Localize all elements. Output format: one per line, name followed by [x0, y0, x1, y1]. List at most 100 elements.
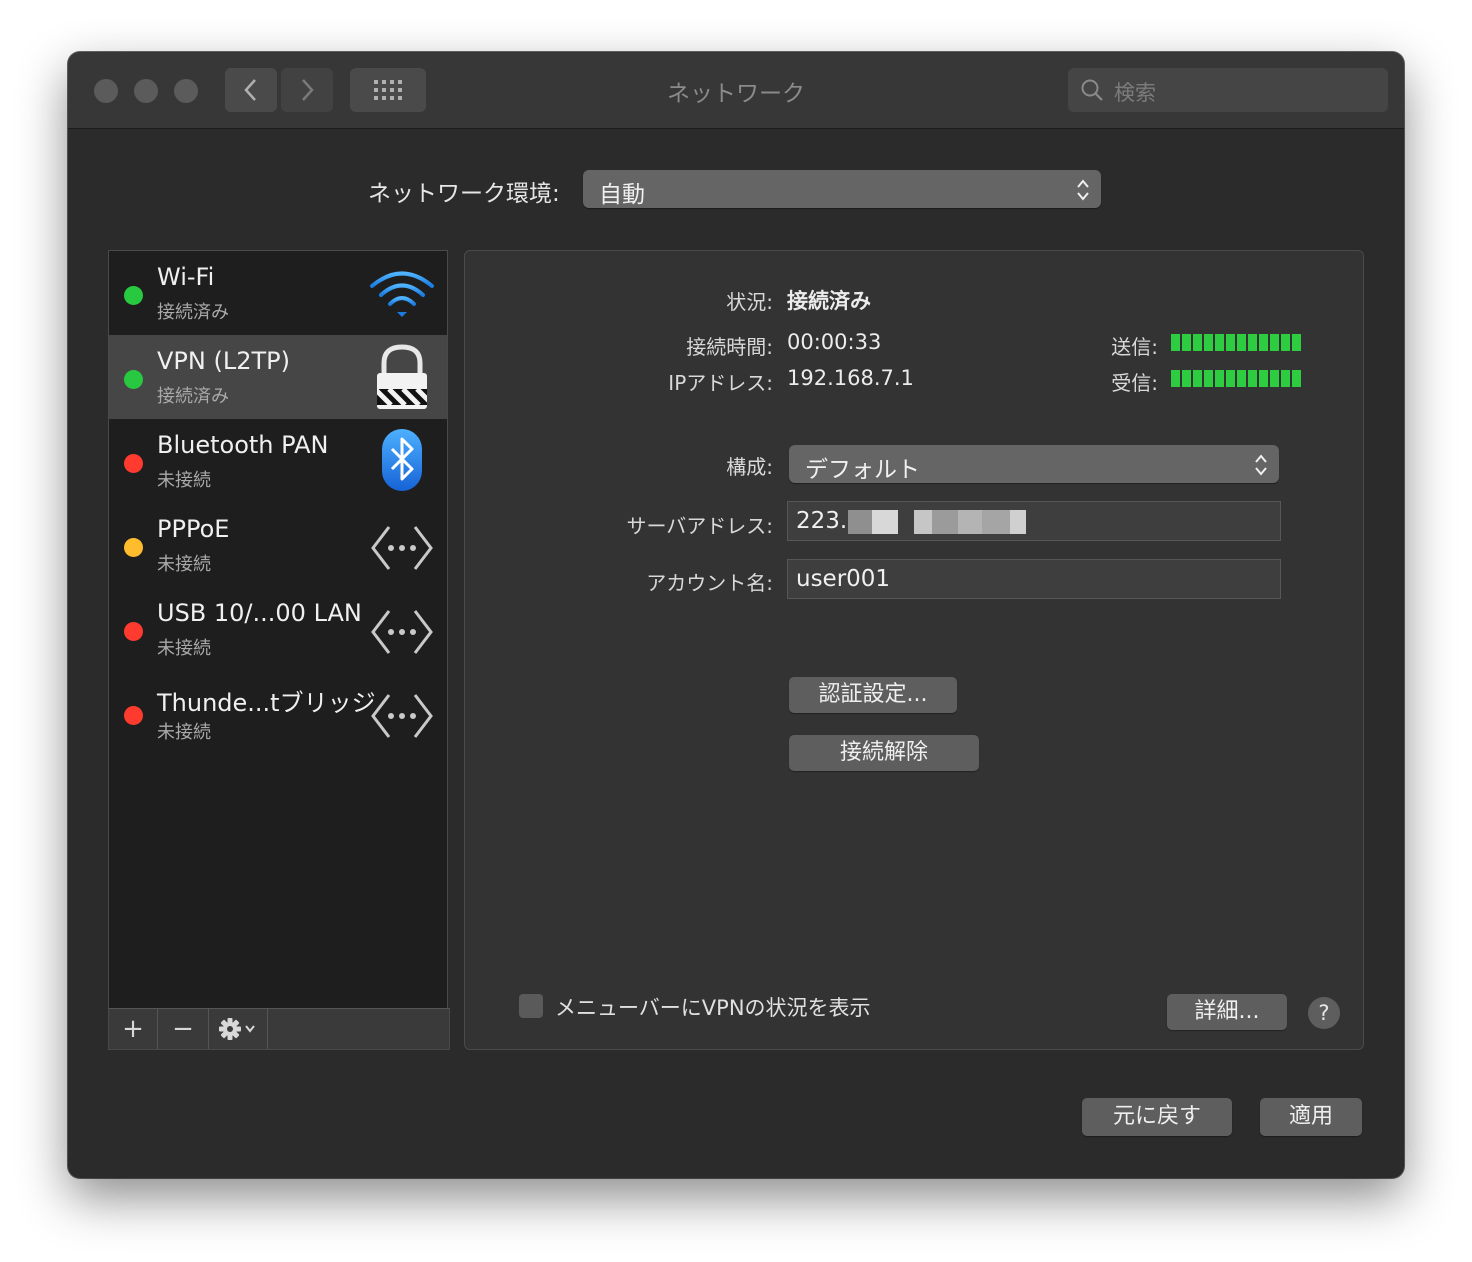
revert-button[interactable]: 元に戻す [1082, 1098, 1232, 1136]
search-icon [1081, 79, 1103, 101]
service-status: 未接続 [157, 638, 211, 659]
meter-segment [1171, 334, 1180, 351]
add-service-button[interactable]: + [109, 1009, 158, 1049]
disconnect-button[interactable]: 接続解除 [789, 735, 979, 771]
account-name-value: user001 [796, 566, 891, 592]
action-menu-button[interactable] [209, 1009, 268, 1049]
authentication-settings-button[interactable]: 認証設定... [789, 677, 957, 713]
meter-segment [1270, 370, 1279, 387]
ethernet-arrows-icon [371, 694, 433, 738]
meter-segment [1215, 370, 1224, 387]
wifi-icon [370, 271, 434, 317]
configuration-popup[interactable]: デフォルト [789, 445, 1279, 483]
service-status: 接続済み [157, 302, 229, 323]
meter-segment [1193, 370, 1202, 387]
receive-meter [1171, 370, 1301, 387]
remove-service-button[interactable]: − [158, 1009, 209, 1049]
minus-icon: − [172, 1014, 194, 1044]
server-address-value: 223. [796, 508, 848, 534]
status-dot [124, 622, 143, 641]
meter-segment [1226, 370, 1235, 387]
account-name-field[interactable]: user001 [787, 559, 1281, 599]
meter-segment [1292, 370, 1301, 387]
service-name: Wi-Fi [157, 263, 215, 291]
status-dot [124, 370, 143, 389]
updown-chevron-icon [1077, 179, 1089, 201]
apply-button[interactable]: 適用 [1260, 1098, 1362, 1136]
ip-address-value: 192.168.7.1 [787, 366, 914, 390]
meter-segment [1204, 334, 1213, 351]
meter-segment [1237, 370, 1246, 387]
service-item-usb-lan[interactable]: USB 10/...00 LAN 未接続 [109, 587, 447, 671]
server-address-field[interactable]: 223. [787, 501, 1281, 541]
status-label: 状況: [726, 290, 773, 314]
meter-segment [1259, 370, 1268, 387]
ethernet-arrows-icon [371, 610, 433, 654]
connect-time-label: 接続時間: [686, 335, 773, 359]
receive-label: 受信: [1111, 371, 1158, 395]
meter-segment [1248, 334, 1257, 351]
location-popup[interactable]: 自動 [583, 170, 1101, 208]
meter-segment [1171, 370, 1180, 387]
service-name: Bluetooth PAN [157, 431, 329, 459]
service-list-toolbar: + − [108, 1008, 450, 1050]
ethernet-arrows-icon [371, 526, 433, 570]
title-bar: ネットワーク 検索 [68, 52, 1404, 129]
service-status: 未接続 [157, 470, 211, 491]
bluetooth-icon [382, 429, 422, 491]
help-button[interactable]: ? [1308, 997, 1340, 1029]
redacted-pixelation [848, 510, 1026, 534]
status-dot [124, 286, 143, 305]
meter-segment [1259, 334, 1268, 351]
meter-segment [1226, 334, 1235, 351]
meter-segment [1292, 334, 1301, 351]
service-status: 未接続 [157, 722, 211, 743]
meter-segment [1193, 334, 1202, 351]
updown-chevron-icon [1255, 454, 1267, 476]
connect-time-value: 00:00:33 [787, 330, 882, 354]
meter-segment [1281, 334, 1290, 351]
service-item-wifi[interactable]: Wi-Fi 接続済み [109, 251, 447, 335]
account-name-label: アカウント名: [646, 571, 773, 595]
meter-segment [1281, 370, 1290, 387]
status-dot [124, 706, 143, 725]
service-name: PPPoE [157, 515, 230, 543]
meter-segment [1182, 334, 1191, 351]
status-value: 接続済み [787, 289, 871, 313]
meter-segment [1182, 370, 1191, 387]
status-dot [124, 538, 143, 557]
service-item-vpn[interactable]: VPN (L2TP) 接続済み [109, 335, 447, 419]
ip-address-label: IPアドレス: [668, 371, 773, 395]
gear-icon [219, 1018, 255, 1040]
configuration-value: デフォルト [805, 457, 920, 483]
meter-segment [1215, 334, 1224, 351]
send-meter [1171, 334, 1301, 351]
search-field[interactable]: 検索 [1068, 68, 1388, 112]
location-value: 自動 [599, 182, 645, 208]
meter-segment [1270, 334, 1279, 351]
show-vpn-status-checkbox[interactable] [519, 994, 543, 1018]
advanced-button[interactable]: 詳細... [1167, 994, 1287, 1030]
network-preferences-window: ネットワーク 検索 ネットワーク環境: 自動 Wi-Fi 接続済み VPN (L… [68, 52, 1404, 1178]
vpn-lock-icon [377, 344, 427, 409]
service-item-bluetooth-pan[interactable]: Bluetooth PAN 未接続 [109, 419, 447, 503]
server-address-label: サーバアドレス: [626, 514, 773, 538]
location-label: ネットワーク環境: [368, 181, 560, 207]
service-status: 未接続 [157, 554, 211, 575]
send-label: 送信: [1111, 335, 1158, 359]
vpn-detail-panel: 状況: 接続済み 接続時間: 00:00:33 IPアドレス: 192.168.… [464, 250, 1364, 1050]
configuration-label: 構成: [726, 455, 773, 479]
service-item-thunderbolt-bridge[interactable]: Thunde...tブリッジ 未接続 [109, 671, 447, 755]
service-status: 接続済み [157, 386, 229, 407]
service-list[interactable]: Wi-Fi 接続済み VPN (L2TP) 接続済み Bluetooth PAN… [108, 250, 448, 1050]
service-item-pppoe[interactable]: PPPoE 未接続 [109, 503, 447, 587]
meter-segment [1248, 370, 1257, 387]
show-vpn-status-label: メニューバーにVPNの状況を表示 [555, 996, 871, 1020]
meter-segment [1237, 334, 1246, 351]
service-name: Thunde...tブリッジ [157, 689, 376, 717]
service-name: VPN (L2TP) [157, 347, 290, 375]
search-placeholder: 検索 [1114, 81, 1156, 105]
service-name: USB 10/...00 LAN [157, 599, 362, 627]
meter-segment [1204, 370, 1213, 387]
status-dot [124, 454, 143, 473]
